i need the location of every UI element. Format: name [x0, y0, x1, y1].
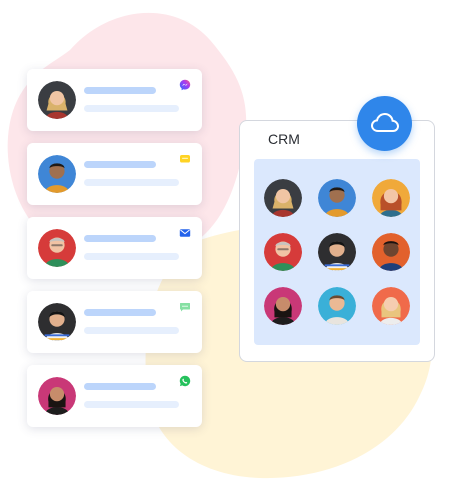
email-icon — [179, 227, 191, 239]
avatar — [38, 229, 76, 267]
name-placeholder-bar — [84, 309, 156, 316]
messenger-icon — [179, 79, 191, 91]
avatar — [38, 81, 76, 119]
name-placeholder-bar — [84, 161, 156, 168]
chat-bubble-yellow-icon — [179, 153, 191, 165]
crm-contact-avatar[interactable] — [372, 233, 410, 271]
crm-contact-avatar[interactable] — [318, 233, 356, 271]
name-placeholder-bar — [84, 235, 156, 242]
detail-placeholder-bar — [84, 253, 179, 260]
contact-card-4[interactable] — [27, 291, 202, 353]
avatar — [38, 303, 76, 341]
crm-contact-avatar[interactable] — [264, 287, 302, 325]
crm-contact-avatar[interactable] — [318, 179, 356, 217]
crm-panel: CRM — [239, 120, 435, 362]
crm-contact-avatar[interactable] — [372, 179, 410, 217]
avatar — [38, 155, 76, 193]
contact-card-2[interactable] — [27, 143, 202, 205]
contact-card-3[interactable] — [27, 217, 202, 279]
cloud-icon — [370, 112, 400, 132]
crm-title: CRM — [268, 131, 300, 147]
contact-card-5[interactable] — [27, 365, 202, 427]
sms-icon — [179, 301, 191, 313]
crm-contact-grid — [254, 159, 420, 345]
detail-placeholder-bar — [84, 105, 179, 112]
detail-placeholder-bar — [84, 327, 179, 334]
crm-contact-avatar[interactable] — [264, 233, 302, 271]
cloud-sync-button[interactable] — [357, 96, 412, 151]
crm-contact-avatar[interactable] — [264, 179, 302, 217]
crm-contact-avatar[interactable] — [372, 287, 410, 325]
whatsapp-icon — [179, 375, 191, 387]
name-placeholder-bar — [84, 383, 156, 390]
contact-card-1[interactable] — [27, 69, 202, 131]
detail-placeholder-bar — [84, 401, 179, 408]
name-placeholder-bar — [84, 87, 156, 94]
avatar — [38, 377, 76, 415]
detail-placeholder-bar — [84, 179, 179, 186]
crm-contact-avatar[interactable] — [318, 287, 356, 325]
